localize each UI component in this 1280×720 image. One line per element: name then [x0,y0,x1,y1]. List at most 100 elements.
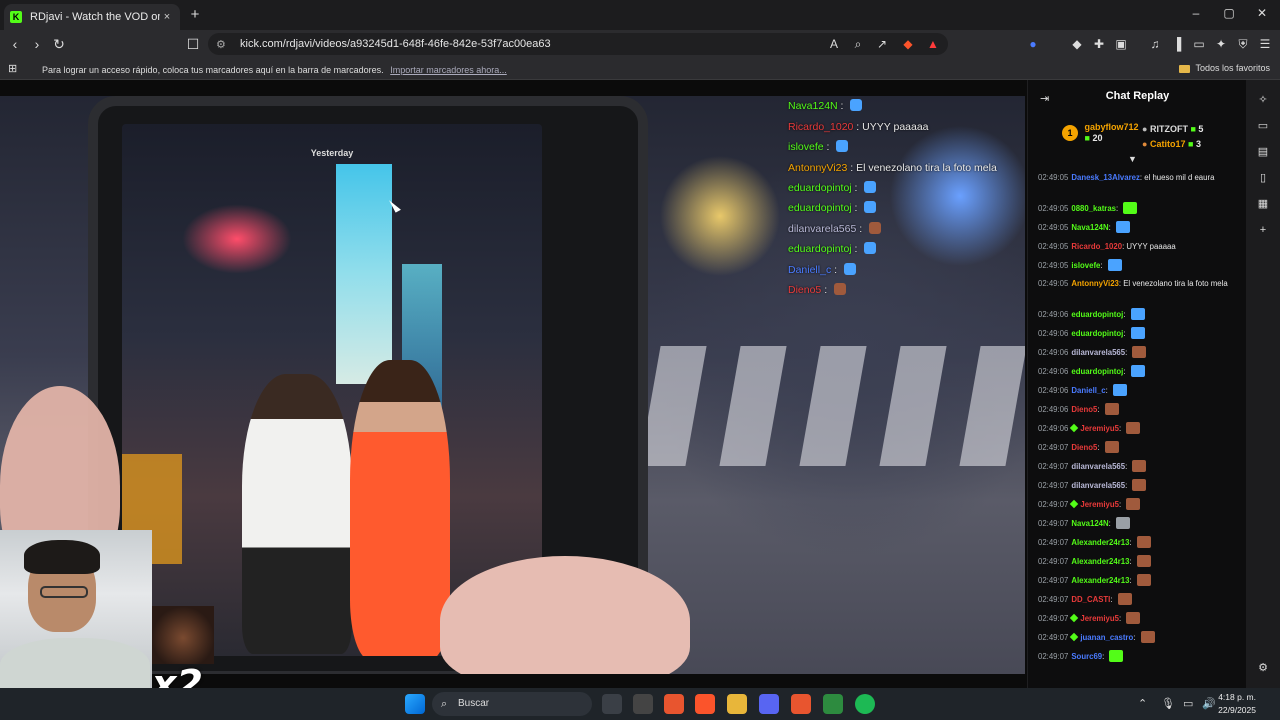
leader-user[interactable]: RITZOFT [1150,124,1188,134]
share-icon[interactable]: ↗ [874,36,890,52]
maximize-button[interactable]: ▢ [1217,6,1241,20]
overlay-chat-user: eduardopintoj [788,202,852,214]
bookmarks-bar: ⊞ Para lograr un acceso rápido, coloca t… [0,58,1280,80]
import-bookmarks-link[interactable]: Importar marcadores ahora... [390,65,507,75]
tray-overflow-icon[interactable]: ⌃ [1138,697,1147,710]
chat-username[interactable]: 0880_katras [1071,204,1116,213]
tab-close-icon[interactable]: × [160,11,174,23]
chat-username[interactable]: Alexander24r13 [1071,538,1129,547]
leo-icon[interactable]: ✧ [1255,92,1271,108]
brave-browser-icon[interactable] [695,694,715,714]
app-icon[interactable] [791,694,811,714]
chat-timestamp: 02:49:07 [1038,576,1069,585]
discord-icon[interactable] [759,694,779,714]
close-window-button[interactable]: ✕ [1250,6,1274,20]
minimize-button[interactable]: – [1184,6,1208,20]
chat-username[interactable]: Ricardo_1020 [1071,242,1122,251]
settings-gear-icon[interactable]: ⚙ [1255,660,1271,676]
chat-username[interactable]: Jeremiyu5 [1080,424,1119,433]
leader-count: 5 [1198,124,1204,134]
chat-username[interactable]: eduardopintoj [1071,310,1123,319]
chat-username[interactable]: Alexander24r13 [1071,557,1129,566]
chat-username[interactable]: DD_CASTI [1071,595,1110,604]
emote-icon [1104,403,1119,415]
leo-ai-icon[interactable]: ✦ [1213,36,1229,52]
emote-icon [1126,498,1141,510]
chat-username[interactable]: Jeremiyu5 [1080,500,1119,509]
chat-username[interactable]: Nava124N [1071,223,1108,232]
microphone-icon[interactable]: 🎙 [1161,697,1175,710]
translate-icon[interactable]: A [826,36,842,52]
brave-rewards-icon[interactable]: ▲ [925,36,941,52]
chat-username[interactable]: eduardopintoj [1071,367,1123,376]
chat-username[interactable]: dilanvarela565 [1071,462,1125,471]
office-app-icon[interactable] [664,694,684,714]
back-icon[interactable]: ‹ [6,35,24,53]
chat-username[interactable]: Dieno5 [1071,405,1097,414]
file-explorer-icon[interactable] [727,694,747,714]
media-icon[interactable]: ♫ [1147,36,1163,52]
chat-username[interactable]: Jeremiyu5 [1080,614,1119,623]
scroll-down-icon[interactable]: ▼ [1128,154,1137,164]
apps-grid-icon[interactable]: ⊞ [8,62,22,76]
spotify-icon[interactable] [855,694,875,714]
puzzle-extensions-icon[interactable]: ✚ [1091,36,1107,52]
emote-icon [864,242,877,254]
chat-username[interactable]: Daniell_c [1071,386,1105,395]
volume-icon[interactable]: 🔊 [1202,697,1216,710]
subscriber-badge-icon [1070,632,1079,642]
reading-list-icon[interactable]: ▤ [1255,144,1271,160]
emote-icon [1140,631,1155,643]
all-favorites-folder[interactable]: Todos los favoritos [1179,63,1270,73]
chat-text: el hueso mil d eaura [1144,173,1215,182]
chat-username[interactable]: eduardopintoj [1071,329,1123,338]
chat-message: 02:49:06 Dieno5: [1038,403,1242,422]
menu-icon[interactable]: ☰ [1257,36,1273,52]
bookmark-icon[interactable]: ☐ [184,35,202,53]
chat-username[interactable]: islovefe [1071,261,1100,270]
chat-username[interactable]: Danesk_13Alvarez [1071,173,1140,182]
add-panel-icon[interactable]: + [1255,222,1271,238]
chat-username[interactable]: Dieno5 [1071,443,1097,452]
wallet-card-icon[interactable]: ▭ [1191,36,1207,52]
emote-icon [1115,221,1130,233]
chat-username[interactable]: Nava124N [1071,519,1108,528]
wallet-icon[interactable]: ◆ [1069,36,1085,52]
leader-user[interactable]: Catito17 [1150,139,1186,149]
vpn-shield-icon[interactable]: ⛨ [1235,36,1251,52]
task-view-icon[interactable] [602,694,622,714]
extension-icon[interactable]: ● [1025,36,1041,52]
new-tab-button[interactable]: + [186,6,204,24]
chat-username[interactable]: Alexander24r13 [1071,576,1129,585]
chat-username[interactable]: juanan_castro [1080,633,1133,642]
brave-shields-icon[interactable]: ◆ [900,36,916,52]
chat-timestamp: 02:49:07 [1038,614,1069,623]
browser-tab[interactable]: K RDjavi - Watch the VOD on K × [4,4,180,30]
system-clock[interactable]: 4:18 p. m. 22/9/2025 [1218,691,1256,717]
chat-username[interactable]: AntonnyVi23 [1071,279,1119,288]
screenshot-icon[interactable]: ▣ [1113,36,1129,52]
leader-count: 3 [1195,139,1201,149]
sidebar-icon[interactable]: ▐ [1169,36,1185,52]
chrome-icon[interactable] [823,694,843,714]
video-player[interactable]: Yesterday Nava124N : Ricardo_1020 : UYYY… [0,96,1025,674]
leader-user[interactable]: gabyflow712 [1085,122,1139,132]
chat-username[interactable]: Sourc69 [1071,652,1102,661]
zoom-icon[interactable]: ⌕ [850,36,866,52]
bookmarks-side-icon[interactable]: ▯ [1255,170,1271,186]
history-side-icon[interactable]: ▦ [1255,196,1271,212]
network-icon[interactable]: ▭ [1183,697,1193,710]
windows-start-icon[interactable] [405,694,425,714]
chat-username[interactable]: dilanvarela565 [1071,348,1125,357]
reload-icon[interactable]: ↻ [50,35,68,53]
taskbar-search[interactable]: ⌕ Buscar [432,692,592,716]
terminal-app-icon[interactable] [633,694,653,714]
site-settings-icon[interactable]: ⚙ [216,38,230,51]
emote-icon [1130,327,1145,339]
video-chat-overlay: Nava124N : Ricardo_1020 : UYYY paaaaa isl… [788,96,1018,301]
overlay-chat-line: AntonnyVi23 : El venezolano tira la foto… [788,161,997,174]
chat-username[interactable]: dilanvarela565 [1071,481,1125,490]
emote-icon [1115,517,1130,529]
wallet-side-icon[interactable]: ▭ [1255,118,1271,134]
forward-icon[interactable]: › [28,35,46,53]
